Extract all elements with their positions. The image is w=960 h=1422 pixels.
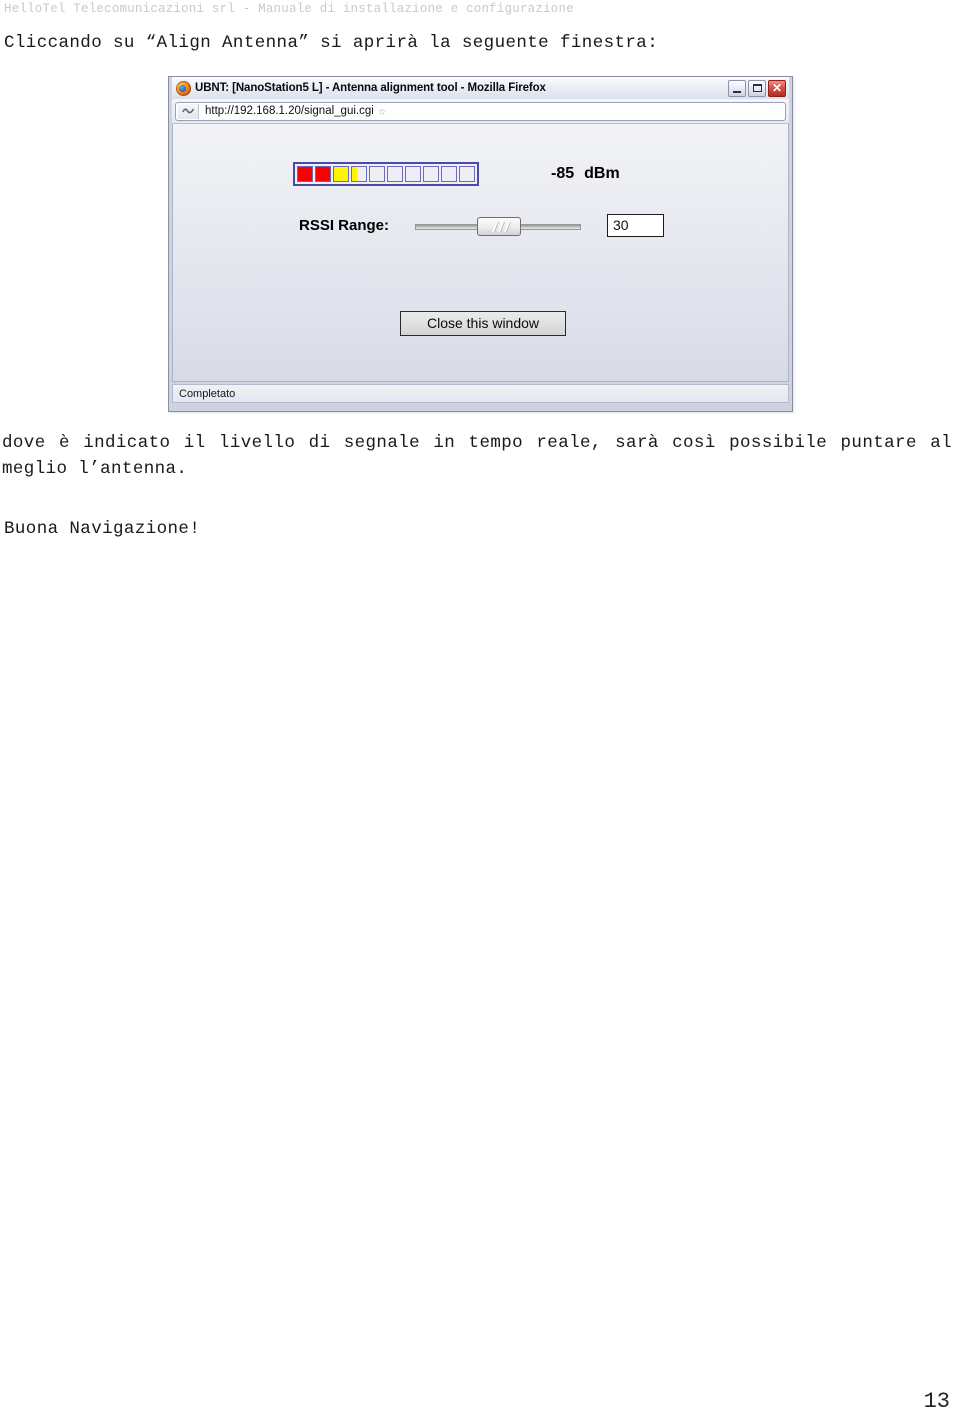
signal-segment <box>459 166 475 182</box>
slider-thumb[interactable] <box>477 216 522 236</box>
intro-paragraph: Cliccando su “Align Antenna” si aprirà l… <box>4 33 659 53</box>
rssi-value-input[interactable]: 30 <box>607 214 665 237</box>
close-window-button[interactable]: ✕ <box>768 79 786 97</box>
running-header: HelloTel Telecomunicazioni srl - Manuale… <box>4 2 574 16</box>
signal-segment <box>405 166 421 182</box>
closing-paragraph: Buona Navigazione! <box>4 519 201 539</box>
signal-segment <box>315 166 331 182</box>
grip-line-icon <box>497 221 505 232</box>
grip-line-icon <box>491 221 499 232</box>
signal-segment <box>351 166 367 182</box>
firefox-window: UBNT: [NanoStation5 L] - Antenna alignme… <box>168 76 793 412</box>
signal-meter <box>293 162 479 186</box>
page-viewport: -85 dBm RSSI Range: 30 Close this window <box>172 124 789 382</box>
page-number: 13 <box>923 1389 950 1414</box>
status-bar: Completato <box>172 384 789 403</box>
window-title-bar[interactable]: UBNT: [NanoStation5 L] - Antenna alignme… <box>172 77 789 99</box>
window-controls: ✕ <box>728 79 787 97</box>
signal-value-readout: -85 dBm <box>551 165 620 183</box>
status-text: Completato <box>179 387 236 400</box>
firefox-icon <box>176 80 191 96</box>
url-text[interactable]: http://192.168.1.20/signal_gui.cgi <box>199 105 374 117</box>
bookmark-star-icon[interactable]: ☆ <box>374 103 391 120</box>
grip-line-icon <box>503 221 511 232</box>
signal-segment <box>369 166 385 182</box>
window-title: UBNT: [NanoStation5 L] - Antenna alignme… <box>195 82 546 94</box>
address-bar[interactable]: http://192.168.1.20/signal_gui.cgi ☆ <box>175 101 786 121</box>
signal-unit: dBm <box>584 165 620 182</box>
maximize-button[interactable] <box>748 79 766 97</box>
signal-value: -85 <box>551 165 575 182</box>
signal-meter-row: -85 dBm <box>293 162 620 186</box>
page-favicon-icon <box>178 103 199 119</box>
navigation-toolbar: http://192.168.1.20/signal_gui.cgi ☆ <box>172 99 789 124</box>
signal-segment <box>441 166 457 182</box>
signal-segment <box>387 166 403 182</box>
rssi-range-row: RSSI Range: 30 <box>299 214 665 237</box>
after-image-paragraph: dove è indicato il livello di segnale in… <box>2 433 952 479</box>
signal-segment <box>333 166 349 182</box>
rssi-range-label: RSSI Range: <box>299 217 390 234</box>
minimize-button[interactable] <box>728 79 746 97</box>
close-this-window-button[interactable]: Close this window <box>400 311 566 336</box>
signal-segment <box>423 166 439 182</box>
signal-segment <box>297 166 313 182</box>
rssi-range-slider[interactable] <box>415 215 582 237</box>
